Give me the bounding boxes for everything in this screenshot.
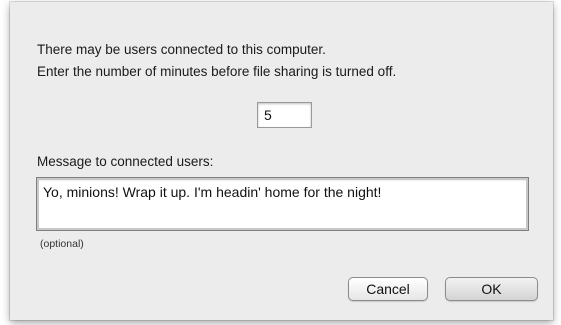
cancel-button[interactable]: Cancel <box>348 277 428 301</box>
dialog-message-line-2: Enter the number of minutes before file … <box>37 64 397 79</box>
optional-note: (optional) <box>40 238 84 250</box>
ok-button[interactable]: OK <box>445 277 538 301</box>
file-sharing-shutdown-dialog: There may be users connected to this com… <box>10 2 553 320</box>
message-label: Message to connected users: <box>37 154 214 169</box>
message-to-users-field[interactable]: Yo, minions! Wrap it up. I'm headin' hom… <box>36 177 529 231</box>
dialog-message-line-1: There may be users connected to this com… <box>37 42 326 57</box>
minutes-input[interactable] <box>257 102 312 128</box>
